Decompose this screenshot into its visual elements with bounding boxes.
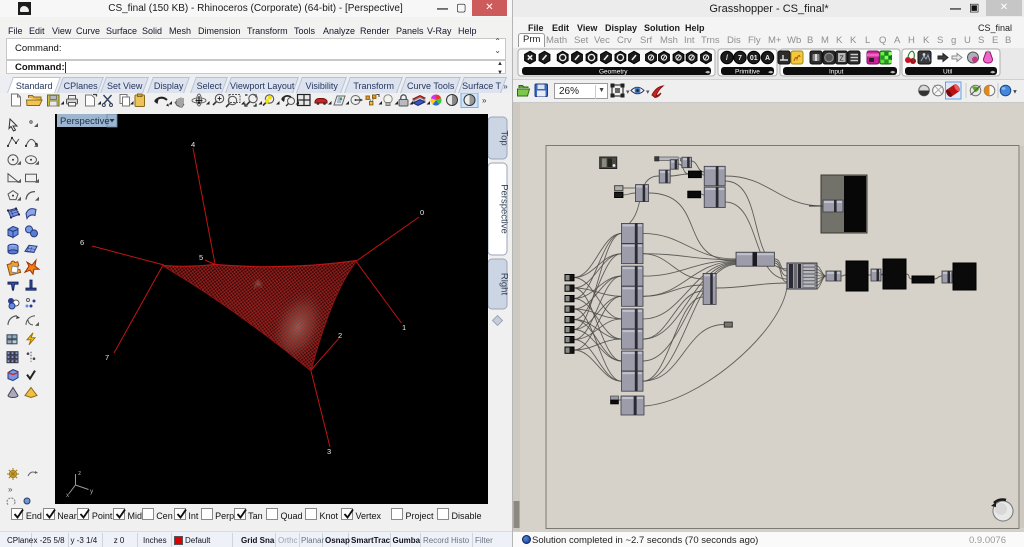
svg-text:4: 4 bbox=[191, 140, 195, 149]
svg-text:»: » bbox=[8, 485, 13, 494]
svg-text:0: 0 bbox=[420, 208, 424, 217]
svg-text:▾: ▾ bbox=[646, 89, 650, 96]
svg-text:Util: Util bbox=[943, 69, 953, 76]
svg-text:Perspective: Perspective bbox=[60, 116, 110, 127]
svg-text:A: A bbox=[765, 55, 770, 62]
svg-text:◂▸: ◂▸ bbox=[890, 70, 896, 76]
svg-text:»: » bbox=[482, 96, 487, 105]
svg-text:▾: ▾ bbox=[626, 89, 630, 96]
svg-text:3: 3 bbox=[327, 447, 331, 456]
svg-text:1: 1 bbox=[402, 323, 406, 332]
svg-text:◂▸: ◂▸ bbox=[990, 70, 996, 76]
svg-text:01: 01 bbox=[750, 55, 758, 62]
svg-text:Geometry: Geometry bbox=[599, 69, 628, 76]
svg-text:7: 7 bbox=[738, 55, 742, 62]
svg-text:◂▸: ◂▸ bbox=[705, 70, 711, 76]
svg-text:/: / bbox=[726, 55, 728, 62]
svg-text:Perspective: Perspective bbox=[499, 184, 510, 234]
svg-text:z: z bbox=[78, 470, 81, 477]
svg-text:6: 6 bbox=[80, 238, 84, 247]
svg-text:7: 7 bbox=[105, 353, 109, 362]
svg-text:Top: Top bbox=[499, 130, 510, 145]
svg-text:Input: Input bbox=[829, 69, 844, 76]
svg-text:Primitive: Primitive bbox=[735, 69, 760, 76]
svg-text:5: 5 bbox=[199, 253, 203, 262]
svg-text:Right: Right bbox=[499, 273, 510, 296]
svg-text:Z: Z bbox=[840, 56, 845, 63]
svg-text:▼: ▼ bbox=[1012, 90, 1018, 96]
svg-text:◂▸: ◂▸ bbox=[768, 70, 774, 76]
svg-text:2: 2 bbox=[338, 331, 342, 340]
